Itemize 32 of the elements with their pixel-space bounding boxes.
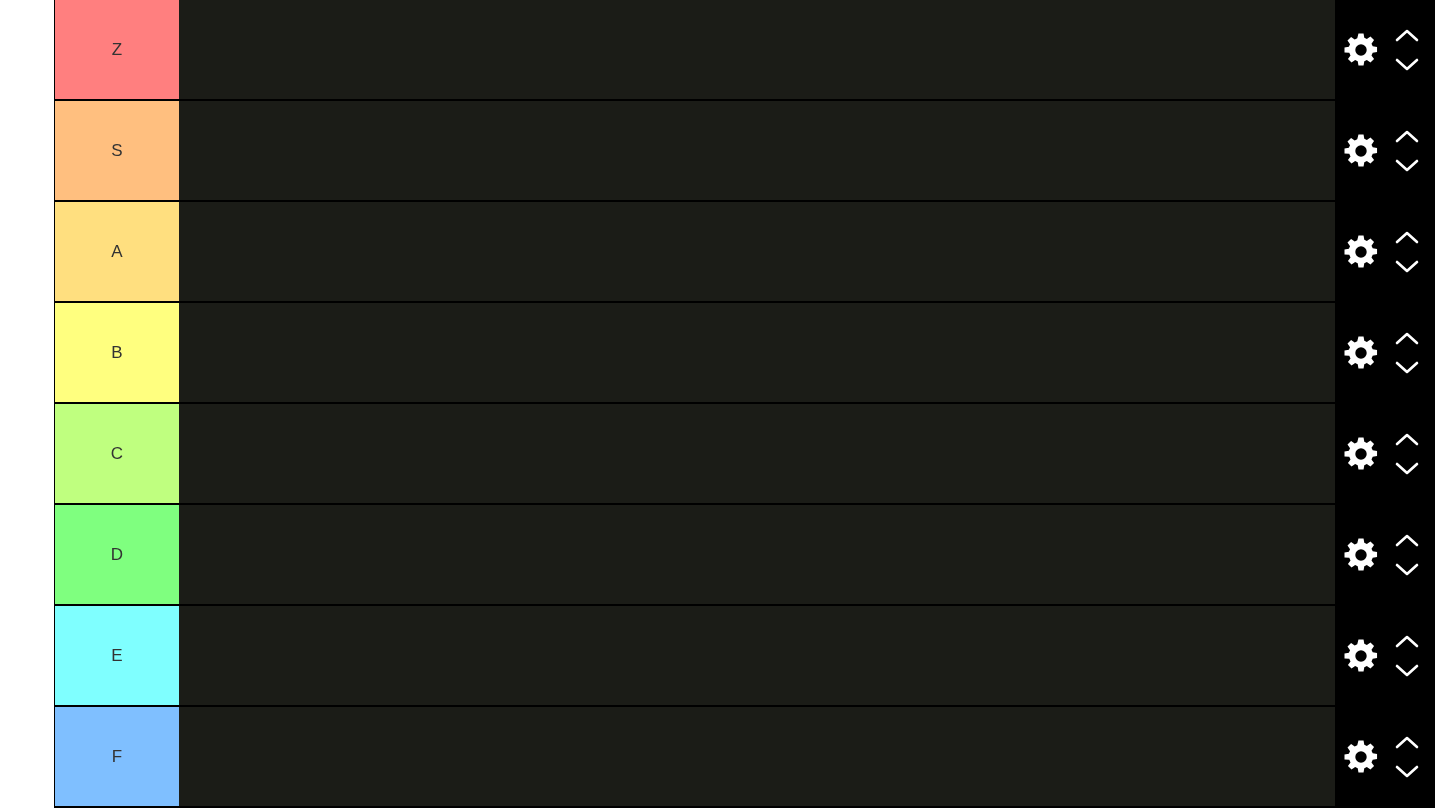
- tier-label: F: [55, 707, 179, 806]
- chevron-down-icon[interactable]: [1395, 461, 1419, 476]
- tier-label: E: [55, 606, 179, 705]
- settings-icon[interactable]: [1343, 132, 1379, 169]
- tier-label: B: [55, 303, 179, 402]
- chevron-up-icon[interactable]: [1395, 633, 1419, 648]
- chevron-up-icon[interactable]: [1395, 532, 1419, 547]
- tier-label: A: [55, 202, 179, 301]
- tier-label: Z: [55, 0, 179, 99]
- tier-label: S: [55, 101, 179, 200]
- chevron-down-icon[interactable]: [1395, 764, 1419, 779]
- tier-label: C: [55, 404, 179, 503]
- chevron-up-icon[interactable]: [1395, 27, 1419, 42]
- chevron-up-icon[interactable]: [1395, 431, 1419, 446]
- settings-icon[interactable]: [1343, 31, 1379, 68]
- chevron-down-icon[interactable]: [1395, 57, 1419, 72]
- chevron-up-icon[interactable]: [1395, 330, 1419, 345]
- chevron-up-icon[interactable]: [1395, 128, 1419, 143]
- settings-icon[interactable]: [1343, 334, 1379, 371]
- chevron-down-icon[interactable]: [1395, 360, 1419, 375]
- chevron-up-icon[interactable]: [1395, 734, 1419, 749]
- chevron-down-icon[interactable]: [1395, 259, 1419, 274]
- chevron-down-icon[interactable]: [1395, 562, 1419, 577]
- chevron-up-icon[interactable]: [1395, 229, 1419, 244]
- chevron-down-icon[interactable]: [1395, 663, 1419, 678]
- settings-icon[interactable]: [1343, 435, 1379, 472]
- settings-icon[interactable]: [1343, 233, 1379, 270]
- settings-icon[interactable]: [1343, 536, 1379, 573]
- tier-label: D: [55, 505, 179, 604]
- settings-icon[interactable]: [1343, 738, 1379, 775]
- settings-icon[interactable]: [1343, 637, 1379, 674]
- chevron-down-icon[interactable]: [1395, 158, 1419, 173]
